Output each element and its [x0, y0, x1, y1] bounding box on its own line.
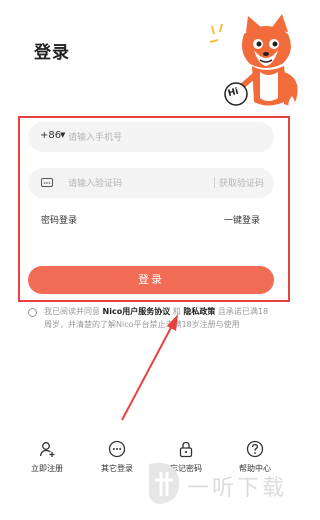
sms-code-icon — [41, 178, 53, 187]
phone-field[interactable]: +86 ▼ 请输入手机号 — [28, 122, 274, 152]
password-login-link[interactable]: 密码登录 — [41, 213, 77, 226]
bottom-nav-other-login[interactable]: 其它登录 — [87, 440, 147, 474]
lock-icon — [179, 441, 193, 458]
phone-input[interactable]: 请输入手机号 — [68, 130, 122, 143]
bottom-nav-label: 立即注册 — [31, 464, 63, 473]
watermark-text: 一听下载 — [187, 476, 288, 501]
help-icon — [246, 440, 264, 458]
get-code-button[interactable]: 获取验证码 — [219, 176, 264, 189]
privacy-policy-link[interactable]: 隐私政策 — [183, 307, 215, 316]
verification-code-input[interactable]: 请输入验证码 — [68, 176, 122, 189]
country-code-select[interactable]: +86 — [40, 130, 61, 141]
agreement-and: 和 — [172, 307, 181, 316]
fox-mascot-illustration — [209, 14, 298, 108]
chevron-down-icon: ▼ — [60, 131, 66, 139]
bottom-nav-register[interactable]: 立即注册 — [17, 440, 77, 474]
one-click-login-link[interactable]: 一键登录 — [224, 213, 260, 226]
user-agreement-link[interactable]: Nico用户服务协议 — [103, 307, 171, 316]
add-user-icon — [39, 442, 55, 457]
agreement-checkbox[interactable] — [28, 308, 37, 317]
agreement-prefix: 我已阅读并同意 — [44, 307, 100, 316]
watermark: 一听下载 — [143, 458, 300, 508]
more-icon — [108, 440, 126, 458]
watermark-logo — [148, 462, 180, 504]
agreement-text: 我已阅读并同意 Nico用户服务协议 和 隐私政策 且承诺已满18周岁，并清楚的… — [44, 305, 274, 331]
bottom-nav-label: 其它登录 — [101, 464, 133, 473]
verification-code-field[interactable]: 请输入验证码 获取验证码 — [28, 168, 274, 198]
divider — [214, 177, 215, 188]
login-button[interactable]: 登录 — [28, 266, 274, 294]
page-title: 登录 — [34, 43, 70, 63]
